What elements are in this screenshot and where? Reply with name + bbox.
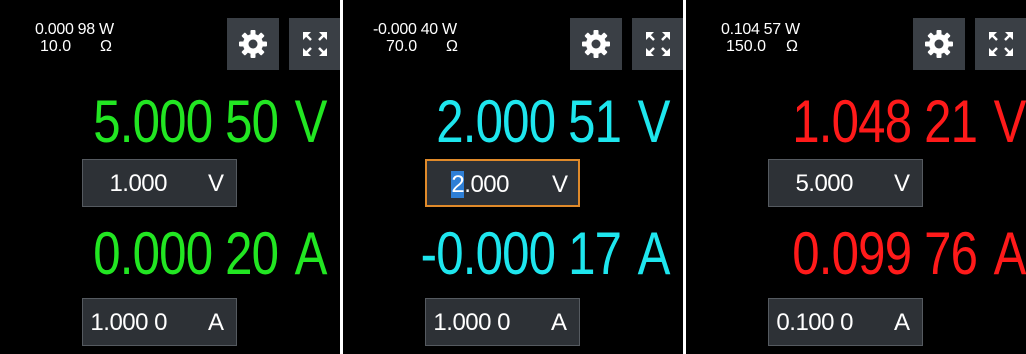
gear-icon xyxy=(582,30,610,58)
channel-panel-1: 0.000 98 W 10.0 Ω 5.000 50 V 1.000 V 0.0… xyxy=(0,0,340,354)
channel-panel-2: -0.000 40 W 70.0 Ω 2.000 51 V 2.000 V -0… xyxy=(343,0,683,354)
gear-icon xyxy=(239,30,267,58)
measured-voltage-unit: V xyxy=(993,88,1026,155)
power-readout: 0.104 57 W xyxy=(721,21,800,38)
measured-voltage-value: 2.000 51 xyxy=(436,88,623,155)
measured-current-value: 0.000 20 xyxy=(93,220,280,287)
resistance-readout: 10.0 xyxy=(40,38,72,55)
voltage-setpoint-value: 2.000 xyxy=(451,171,509,198)
current-setpoint-value: 1.000 0 xyxy=(90,309,167,336)
voltage-setpoint-value: 5.000 xyxy=(795,170,853,197)
power-readout: -0.000 40 W xyxy=(373,21,457,38)
channel-panel-3: 0.104 57 W 150.0 Ω 1.048 21 V 5.000 V 0.… xyxy=(686,0,1026,354)
current-setpoint-field[interactable]: 1.000 0 A xyxy=(425,298,580,346)
measured-current-unit: A xyxy=(993,220,1026,287)
edit-cursor-digit: 2 xyxy=(451,171,465,198)
measured-current: 0.099 76 A xyxy=(793,224,1026,284)
expand-icon xyxy=(989,32,1013,56)
measured-current: 0.000 20 A xyxy=(94,224,328,284)
voltage-setpoint-field[interactable]: 1.000 V xyxy=(82,159,237,207)
resistance-readout: 70.0 xyxy=(386,38,418,55)
measured-voltage-value: 5.000 50 xyxy=(93,88,280,155)
voltage-setpoint-field[interactable]: 2.000 V xyxy=(425,159,580,207)
current-setpoint-value: 0.100 0 xyxy=(776,309,853,336)
fullscreen-button[interactable] xyxy=(289,18,340,70)
measured-current: -0.000 17 A xyxy=(421,224,671,284)
current-setpoint-value: 1.000 0 xyxy=(433,309,510,336)
current-setpoint-field[interactable]: 1.000 0 A xyxy=(82,298,237,346)
resistance-readout: 150.0 xyxy=(726,38,767,55)
measured-current-value: 0.099 76 xyxy=(792,220,979,287)
measured-current-unit: A xyxy=(637,220,671,287)
voltage-setpoint-value: 1.000 xyxy=(109,170,167,197)
measured-voltage-unit: V xyxy=(294,88,328,155)
voltage-setpoint-unit: V xyxy=(208,170,225,197)
measured-voltage: 5.000 50 V xyxy=(94,92,328,152)
voltage-setpoint-unit: V xyxy=(552,171,569,198)
current-setpoint-unit: A xyxy=(208,309,225,336)
fullscreen-button[interactable] xyxy=(975,18,1026,70)
voltage-setpoint-rest: .000 xyxy=(464,171,509,198)
expand-icon xyxy=(646,32,670,56)
measured-voltage-unit: V xyxy=(637,88,671,155)
current-setpoint-unit: A xyxy=(551,309,568,336)
resistance-unit: Ω xyxy=(786,38,798,55)
settings-button[interactable] xyxy=(570,18,622,70)
settings-button[interactable] xyxy=(913,18,965,70)
resistance-unit: Ω xyxy=(100,38,112,55)
measured-current-value: -0.000 17 xyxy=(421,220,622,287)
measured-voltage: 1.048 21 V xyxy=(793,92,1026,152)
resistance-unit: Ω xyxy=(446,38,458,55)
current-setpoint-field[interactable]: 0.100 0 A xyxy=(768,298,923,346)
expand-icon xyxy=(303,32,327,56)
voltage-setpoint-unit: V xyxy=(894,170,911,197)
gear-icon xyxy=(925,30,953,58)
current-setpoint-unit: A xyxy=(894,309,911,336)
measured-current-unit: A xyxy=(294,220,328,287)
measured-voltage: 2.000 51 V xyxy=(437,92,671,152)
fullscreen-button[interactable] xyxy=(632,18,683,70)
power-readout: 0.000 98 W xyxy=(35,21,114,38)
measured-voltage-value: 1.048 21 xyxy=(792,88,979,155)
voltage-setpoint-field[interactable]: 5.000 V xyxy=(768,159,923,207)
settings-button[interactable] xyxy=(227,18,279,70)
